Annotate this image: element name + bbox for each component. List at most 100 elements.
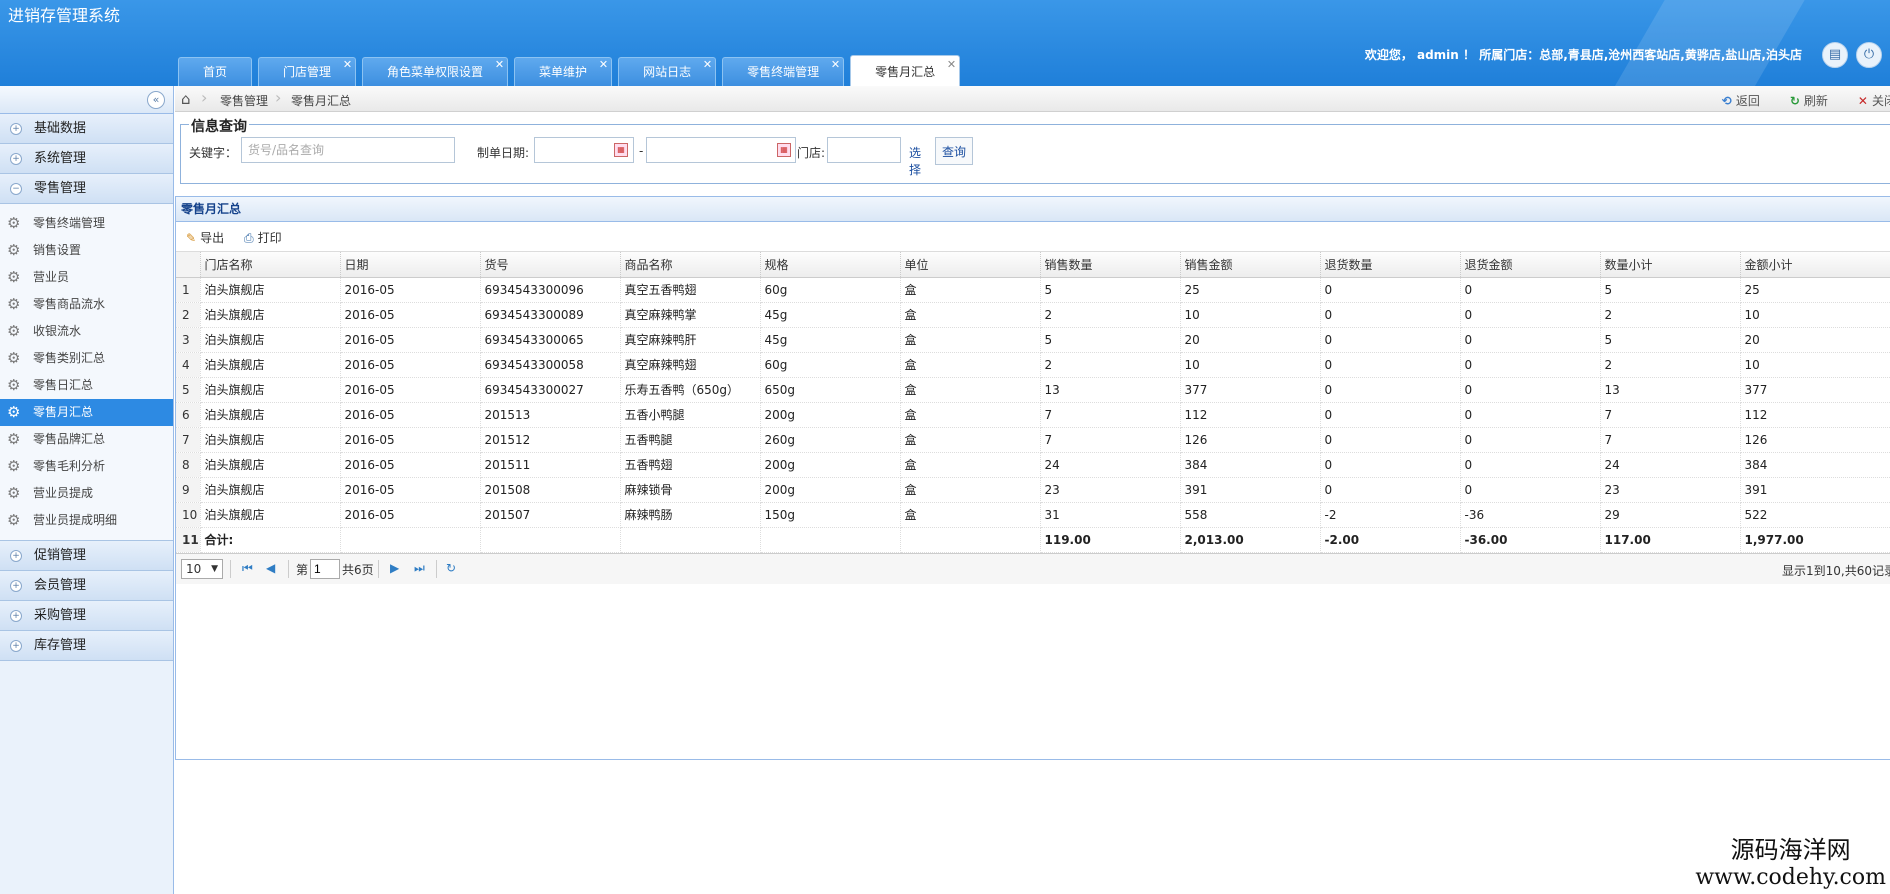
sidebar-group-member[interactable]: + 会员管理 bbox=[0, 571, 173, 601]
store-input[interactable] bbox=[827, 137, 901, 163]
divider bbox=[230, 559, 231, 578]
table-cell: 2016-05 bbox=[340, 452, 481, 478]
calendar-icon[interactable]: ▦ bbox=[614, 143, 628, 157]
column-header[interactable]: 单位 bbox=[900, 252, 1041, 278]
search-button[interactable]: 查询 bbox=[935, 137, 973, 165]
sidebar-group-purchase[interactable]: + 采购管理 bbox=[0, 601, 173, 631]
sidebar-group-promotion[interactable]: + 促销管理 bbox=[0, 541, 173, 571]
export-icon: ✎ bbox=[186, 231, 197, 245]
retail-menu: ⚙ 零售终端管理 ⚙ 销售设置 ⚙ 营业员 ⚙ 零售商品流水 ⚙ 收银流水 ⚙ 零售类别汇总… bbox=[0, 204, 173, 541]
tab-close-icon[interactable]: ✕ bbox=[703, 50, 712, 79]
row-number: 4 bbox=[176, 352, 201, 378]
sidebar-group-basic-data[interactable]: + 基础数据 bbox=[0, 114, 173, 144]
sidebar-item-brand-summary[interactable]: ⚙ 零售品牌汇总 bbox=[0, 426, 173, 453]
column-header[interactable]: 数量小计 bbox=[1600, 252, 1741, 278]
tab-store-management[interactable]: 门店管理 ✕ bbox=[258, 57, 357, 86]
tab-retail-monthly-summary[interactable]: 零售月汇总 ✕ bbox=[850, 55, 961, 86]
sidebar-item-cashier-flow[interactable]: ⚙ 收银流水 bbox=[0, 318, 173, 345]
sidebar-group-system[interactable]: + 系统管理 bbox=[0, 144, 173, 174]
table-row[interactable]: 1 泊头旗舰店 2016-05 6934543300096 真空五香鸭翅 60g 盒 5 25 0… bbox=[176, 277, 1890, 303]
table-cell: 7 bbox=[1600, 402, 1741, 428]
table-row[interactable]: 8 泊头旗舰店 2016-05 201511 五香鸭翅 200g 盒 24 384 0 0 24 384 bbox=[176, 452, 1890, 478]
gear-icon: ⚙ bbox=[7, 295, 21, 313]
table-cell: 20 bbox=[1180, 327, 1321, 353]
table-row[interactable]: 7 泊头旗舰店 2016-05 201512 五香鸭腿 260g 盒 7 126 0 0 7 126 bbox=[176, 427, 1890, 453]
column-header[interactable]: 销售金额 bbox=[1180, 252, 1321, 278]
table-total-row[interactable]: 11 合计: 119.00 2,013.00 -2.00 -36.00 117.00 1,97… bbox=[176, 527, 1890, 553]
first-page-icon[interactable]: ⏮ bbox=[242, 561, 253, 576]
table-row[interactable]: 3 泊头旗舰店 2016-05 6934543300065 真空麻辣鸭肝 45g 盒 5 20 0… bbox=[176, 327, 1890, 353]
calendar-icon[interactable]: ▦ bbox=[777, 143, 791, 157]
divider bbox=[288, 559, 289, 578]
sidebar-item-daily-summary[interactable]: ⚙ 零售日汇总 bbox=[0, 372, 173, 399]
prev-page-icon[interactable]: ◀ bbox=[266, 561, 275, 575]
collapse-sidebar-icon[interactable]: « bbox=[147, 91, 165, 109]
reload-icon[interactable]: ↻ bbox=[446, 561, 456, 575]
column-header[interactable]: 门店名称 bbox=[200, 252, 341, 278]
page-size-select[interactable]: 10 ▼ bbox=[181, 558, 223, 579]
column-header[interactable]: 退货数量 bbox=[1320, 252, 1461, 278]
clipboard-icon[interactable]: ▤ bbox=[1822, 42, 1848, 68]
sidebar-item-gross-profit[interactable]: ⚙ 零售毛利分析 bbox=[0, 453, 173, 480]
tab-close-icon[interactable]: ✕ bbox=[831, 50, 840, 79]
tab-close-icon[interactable]: ✕ bbox=[495, 50, 504, 79]
query-title: 信息查询 bbox=[189, 116, 249, 136]
column-header[interactable]: 商品名称 bbox=[620, 252, 761, 278]
sidebar-group-inventory[interactable]: + 库存管理 bbox=[0, 631, 173, 661]
table-row[interactable]: 4 泊头旗舰店 2016-05 6934543300058 真空麻辣鸭翅 60g 盒 2 10 0… bbox=[176, 352, 1890, 378]
column-header[interactable]: 规格 bbox=[760, 252, 901, 278]
column-header[interactable]: 销售数量 bbox=[1040, 252, 1181, 278]
tab-close-icon[interactable]: ✕ bbox=[599, 50, 608, 79]
query-panel: 信息查询 关键字： 制单日期: ▦ - ▦ 门店: 选择 查询 bbox=[180, 116, 1890, 184]
back-button[interactable]: ⟲ 返回 bbox=[1722, 92, 1760, 109]
sidebar-item-retail-terminal[interactable]: ⚙ 零售终端管理 bbox=[0, 210, 173, 237]
sidebar-item-commission[interactable]: ⚙ 营业员提成 bbox=[0, 480, 173, 507]
sidebar-item-product-flow[interactable]: ⚙ 零售商品流水 bbox=[0, 291, 173, 318]
export-button[interactable]: ✎ 导出 bbox=[186, 229, 224, 246]
print-button[interactable]: ⎙ 打印 bbox=[244, 229, 282, 246]
sidebar-item-monthly-summary[interactable]: ⚙ 零售月汇总 bbox=[0, 399, 173, 426]
refresh-button[interactable]: ↻ 刷新 bbox=[1790, 92, 1828, 109]
sidebar-item-salesperson[interactable]: ⚙ 营业员 bbox=[0, 264, 173, 291]
tab-retail-terminal[interactable]: 零售终端管理 ✕ bbox=[722, 57, 845, 86]
column-header[interactable]: 货号 bbox=[480, 252, 621, 278]
select-store-link[interactable]: 选择 bbox=[909, 144, 921, 178]
sidebar-group-retail[interactable]: − 零售管理 bbox=[0, 174, 173, 204]
table-row[interactable]: 6 泊头旗舰店 2016-05 201513 五香小鸭腿 200g 盒 7 112 0 0 7 112 bbox=[176, 402, 1890, 428]
table-cell: 泊头旗舰店 bbox=[200, 477, 341, 503]
tab-home[interactable]: 首页 bbox=[178, 57, 253, 86]
table-cell: 5 bbox=[1600, 277, 1741, 303]
table-row[interactable]: 5 泊头旗舰店 2016-05 6934543300027 乐寿五香鸭（650g） 650… bbox=[176, 377, 1890, 403]
row-number: 1 bbox=[176, 277, 201, 303]
close-button[interactable]: ✕ 关闭 bbox=[1858, 92, 1890, 109]
table-row[interactable]: 10 泊头旗舰店 2016-05 201507 麻辣鸭肠 150g 盒 31 558 -2 -36 2… bbox=[176, 502, 1890, 528]
power-icon[interactable]: ⏻ bbox=[1856, 42, 1882, 68]
table-cell: 201508 bbox=[480, 477, 621, 503]
expand-icon: + bbox=[10, 123, 22, 135]
tab-close-icon[interactable]: ✕ bbox=[947, 48, 956, 81]
tab-site-log[interactable]: 网站日志 ✕ bbox=[618, 57, 717, 86]
column-header[interactable]: 金额小计 bbox=[1740, 252, 1890, 278]
column-header[interactable]: 日期 bbox=[340, 252, 481, 278]
column-header[interactable]: 退货金额 bbox=[1460, 252, 1601, 278]
tab-menu-maintenance[interactable]: 菜单维护 ✕ bbox=[514, 57, 613, 86]
last-page-icon[interactable]: ⏭ bbox=[414, 561, 425, 576]
end-date-input[interactable] bbox=[646, 137, 796, 163]
sidebar-item-commission-detail[interactable]: ⚙ 营业员提成明细 bbox=[0, 507, 173, 534]
gear-icon: ⚙ bbox=[7, 349, 21, 367]
table-cell: 0 bbox=[1320, 327, 1461, 353]
table-cell: 0 bbox=[1460, 402, 1601, 428]
tab-close-icon[interactable]: ✕ bbox=[343, 50, 352, 79]
page-number-input[interactable] bbox=[310, 558, 340, 579]
sidebar-item-sales-settings[interactable]: ⚙ 销售设置 bbox=[0, 237, 173, 264]
sidebar-item-category-summary[interactable]: ⚙ 零售类别汇总 bbox=[0, 345, 173, 372]
breadcrumb-item[interactable]: 零售管理 bbox=[220, 92, 268, 109]
table-cell: 201507 bbox=[480, 502, 621, 528]
table-row[interactable]: 2 泊头旗舰店 2016-05 6934543300089 真空麻辣鸭掌 45g 盒 2 10 0… bbox=[176, 302, 1890, 328]
home-icon[interactable]: ⌂ bbox=[181, 90, 191, 108]
next-page-icon[interactable]: ▶ bbox=[390, 561, 399, 575]
keyword-input[interactable] bbox=[241, 137, 455, 163]
table-cell: 119.00 bbox=[1040, 527, 1181, 553]
table-row[interactable]: 9 泊头旗舰店 2016-05 201508 麻辣锁骨 200g 盒 23 391 0 0 23 391 bbox=[176, 477, 1890, 503]
tab-role-permissions[interactable]: 角色菜单权限设置 ✕ bbox=[362, 57, 509, 86]
